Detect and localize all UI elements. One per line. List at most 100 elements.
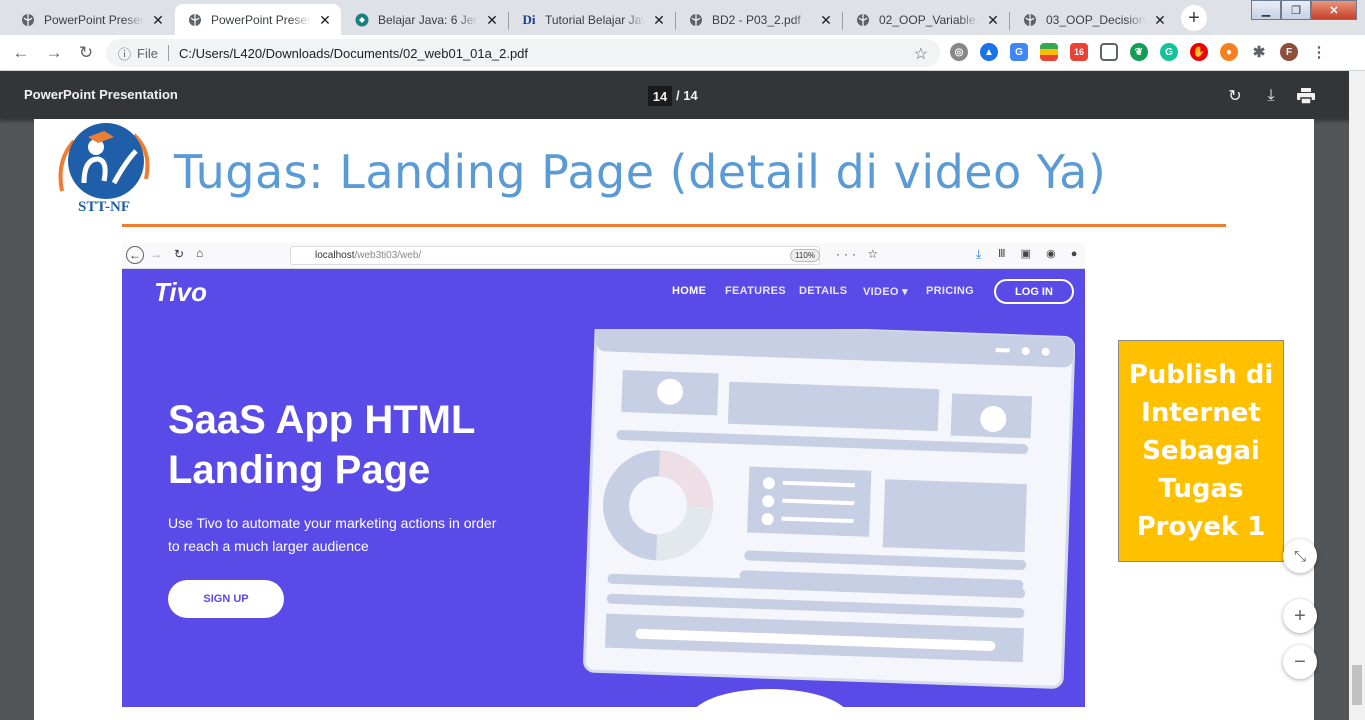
world-extension-icon[interactable]: ◎ xyxy=(950,43,968,61)
stack-extension-icon[interactable] xyxy=(1040,43,1058,61)
scheme-label: File xyxy=(137,45,158,61)
reload-icon[interactable]: ↻ xyxy=(74,41,98,65)
print-icon[interactable] xyxy=(1295,85,1317,107)
ff-forward-icon: → xyxy=(150,247,162,261)
new-tab-button[interactable]: + xyxy=(1181,5,1207,31)
page-scrollbar[interactable] xyxy=(1349,71,1365,720)
bookmark-star-icon[interactable]: ☆ xyxy=(914,44,928,64)
site-hero-heading: SaaS App HTML Landing Page xyxy=(168,395,475,495)
tab-powerpoint-2[interactable]: PowerPoint Presentation ✕ xyxy=(175,4,341,35)
page-number-input[interactable]: 14 xyxy=(648,86,672,106)
site-nav-video: VIDEO ▾ xyxy=(863,286,908,298)
page-total: / 14 xyxy=(676,88,698,103)
tab-title: 02_OOP_Variable.pdf xyxy=(879,12,979,27)
tab-oop-variable[interactable]: 02_OOP_Variable.pdf ✕ xyxy=(843,4,1009,35)
download-icon[interactable]: ⤓ xyxy=(1260,85,1282,107)
rotate-icon[interactable]: ↻ xyxy=(1224,85,1246,107)
ff-url-host: localhost xyxy=(315,250,355,261)
zoom-out-button[interactable]: − xyxy=(1283,645,1317,679)
ff-home-icon: ⌂ xyxy=(196,246,204,260)
slide-title: Tugas: Landing Page (detail di video Ya) xyxy=(174,145,1107,199)
close-icon[interactable]: ✕ xyxy=(985,12,1001,28)
embedded-screenshot: ← → ↻ ⌂ localhost/web3ti03/web/ 110% ···… xyxy=(122,243,1085,707)
site-nav-details: DETAILS xyxy=(799,285,848,297)
extensions-area: ◎ ▲ G 16 ❦ G ✋ ● ✱ F ⋮ xyxy=(950,43,1328,61)
tab-oop-decision[interactable]: 03_OOP_DecisionAndLoop ✕ xyxy=(1010,4,1176,35)
tab-powerpoint-1[interactable]: PowerPoint Presentation ✕ xyxy=(8,4,174,35)
bottle-extension-icon[interactable]: ● xyxy=(1220,43,1238,61)
close-icon[interactable]: ✕ xyxy=(484,12,500,28)
calendar-extension-icon[interactable]: 16 xyxy=(1070,43,1088,61)
petani-kode-icon xyxy=(354,12,370,28)
window-close-icon[interactable]: ✕ xyxy=(1311,0,1357,20)
ff-url-path: /web3ti03/web/ xyxy=(354,250,422,261)
globe-icon xyxy=(187,12,203,28)
tivo-landing-page: Tivo HOME FEATURES DETAILS VIDEO ▾ PRICI… xyxy=(122,269,1085,707)
tab-title: BD2 - P03_2.pdf xyxy=(712,12,801,27)
title-rule xyxy=(122,224,1226,227)
omnibox-divider xyxy=(167,45,169,61)
url-text[interactable]: C:/Users/L420/Downloads/Documents/02_web… xyxy=(179,46,528,61)
scrollbar-thumb[interactable] xyxy=(1352,665,1362,705)
ff-url-bar: localhost/web3ti03/web/ xyxy=(290,246,820,265)
tab-title: Tutorial Belajar Java xyxy=(545,12,645,27)
browser-toolbar: ← → ↻ ⓘ File C:/Users/L420/Downloads/Doc… xyxy=(0,35,1365,71)
zoom-in-button[interactable]: + xyxy=(1283,599,1317,633)
site-hero-subtitle: Use Tivo to automate your marketing acti… xyxy=(168,515,497,554)
translate-extension-icon[interactable]: G xyxy=(1010,43,1028,61)
window-controls: ▁ ❐ ✕ xyxy=(1251,0,1357,20)
close-icon[interactable]: ✕ xyxy=(150,12,166,28)
close-icon[interactable]: ✕ xyxy=(818,12,834,28)
duniailkom-icon: Di xyxy=(522,11,536,27)
site-nav-pricing: PRICING xyxy=(926,285,974,297)
cursor-extension-icon[interactable]: ▲ xyxy=(980,43,998,61)
grammarly-icon[interactable]: G xyxy=(1160,43,1178,61)
pdf-page: STT-NF Tugas: Landing Page (detail di vi… xyxy=(34,119,1314,720)
site-brand: Tivo xyxy=(154,277,207,307)
maximize-icon[interactable]: ❐ xyxy=(1281,0,1311,20)
globe-icon xyxy=(855,12,871,28)
forward-icon[interactable]: → xyxy=(42,41,66,65)
tab-bd2-pdf[interactable]: BD2 - P03_2.pdf ✕ xyxy=(676,4,842,35)
fit-page-button[interactable]: ⤡ xyxy=(1283,539,1317,573)
site-nav-home: HOME xyxy=(672,285,707,297)
leaf-extension-icon[interactable]: ❦ xyxy=(1130,43,1148,61)
hero-line-2: Landing Page xyxy=(168,448,431,492)
globe-icon xyxy=(1022,12,1038,28)
close-icon[interactable]: ✕ xyxy=(317,12,333,28)
close-icon[interactable]: ✕ xyxy=(1152,12,1168,28)
address-bar[interactable]: ⓘ File C:/Users/L420/Downloads/Documents… xyxy=(106,39,940,67)
hero-line-1: SaaS App HTML xyxy=(168,398,476,442)
ff-zoom-badge: 110% xyxy=(790,249,820,262)
close-icon[interactable]: ✕ xyxy=(651,12,667,28)
tab-title: 03_OOP_DecisionAndLoop xyxy=(1046,12,1146,27)
ff-download-icon: ⤓ xyxy=(976,247,982,261)
ff-library-icon: Ⅲ ▣ ◉ ● xyxy=(998,248,1084,260)
ff-reload-icon: ↻ xyxy=(174,247,185,261)
logo-text: STT-NF xyxy=(78,199,130,215)
tab-title: Belajar Java: 6 Jenis xyxy=(378,12,478,27)
site-login-button: LOG IN xyxy=(994,279,1074,304)
globe-icon xyxy=(20,12,36,28)
adblock-icon[interactable]: ✋ xyxy=(1190,43,1208,61)
dashboard-illustration xyxy=(583,329,1075,707)
back-icon[interactable]: ← xyxy=(9,41,33,65)
avatar[interactable]: F xyxy=(1280,43,1298,61)
ff-back-icon: ← xyxy=(126,246,144,264)
assignment-callout: Publish di Internet Sebagai Tugas Proyek… xyxy=(1118,340,1284,562)
site-signup-button: SIGN UP xyxy=(168,580,284,618)
minimize-icon[interactable]: ▁ xyxy=(1251,0,1281,20)
tab-tutorial-java[interactable]: Di Tutorial Belajar Java ✕ xyxy=(509,4,675,35)
puzzle-extensions-icon[interactable]: ✱ xyxy=(1250,43,1268,61)
tab-title: PowerPoint Presentation xyxy=(44,12,144,27)
screenshot-extension-icon[interactable] xyxy=(1100,43,1118,61)
info-icon[interactable]: ⓘ xyxy=(118,44,131,63)
stt-nf-logo: STT-NF xyxy=(54,121,154,215)
document-title: PowerPoint Presentation xyxy=(24,87,178,102)
globe-icon xyxy=(688,12,704,28)
tab-belajar-java[interactable]: Belajar Java: 6 Jenis ✕ xyxy=(342,4,508,35)
menu-kebab-icon[interactable]: ⋮ xyxy=(1310,43,1328,61)
ff-page-actions-icon: ··· ☆ xyxy=(836,247,883,261)
site-nav-features: FEATURES xyxy=(725,285,786,297)
tab-title: PowerPoint Presentation xyxy=(211,12,311,27)
